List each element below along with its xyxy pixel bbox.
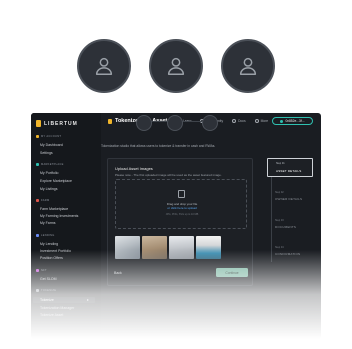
dropzone-hint: JPG, PNG, SVG up to 10 MB (165, 213, 199, 216)
user-icon (239, 57, 257, 75)
avatar[interactable] (149, 39, 203, 93)
sidebar-item-my-lending[interactable]: My Lending (40, 242, 58, 246)
sidebar-item-explore[interactable]: Explore Marketplace (40, 179, 72, 183)
logo[interactable]: LIBERTUM (36, 120, 78, 127)
nav-label: Docs (238, 119, 246, 123)
card-title: Upload Asset Images (115, 166, 153, 171)
avatar[interactable] (77, 39, 131, 93)
step-label: OWNER DETAILS (275, 197, 303, 201)
logo-icon (36, 120, 41, 127)
section-icon (36, 163, 39, 166)
upload-link[interactable]: or click here to upload (116, 206, 248, 210)
user-icon (167, 57, 185, 75)
doc-icon (232, 119, 237, 123)
section-icon (36, 135, 39, 138)
section-title: MARKETPLACE (41, 163, 64, 166)
avatar[interactable] (221, 39, 275, 93)
sidebar-item-settings[interactable]: Settings (40, 151, 53, 155)
overlay-node[interactable] (136, 115, 152, 131)
section-title: MY ACCOUNT (41, 135, 62, 138)
page-root: LIBERTUM MY ACCOUNT My Dashboard Setting… (0, 0, 352, 349)
sidebar-item-farm-marketplace[interactable]: Farm Marketplace (40, 207, 68, 211)
user-icon (95, 57, 113, 75)
sidebar-section-account: MY ACCOUNT (36, 135, 61, 138)
step-label: ASSET DETAILS (276, 169, 302, 173)
sidebar-item-dashboard[interactable]: My Dashboard (40, 143, 63, 147)
sidebar-section-farm: FARM (36, 199, 49, 202)
sidebar-item-listings[interactable]: My Listings (40, 187, 58, 191)
sidebar-section-lending: LENDING (36, 234, 55, 237)
steps-line (271, 162, 272, 262)
wallet-address: 0x852e...3f... (285, 119, 305, 123)
file-dropzone[interactable]: Drag and drop your file or click here to… (115, 179, 247, 229)
card-note: Please note - The first uploaded image w… (115, 173, 222, 177)
section-icon (36, 234, 39, 237)
nav-label: More (260, 119, 269, 123)
overlay-node[interactable] (167, 115, 183, 131)
overlay-node[interactable] (202, 115, 218, 131)
logo-text: LIBERTUM (44, 120, 78, 127)
step-number: Step 01 (276, 162, 285, 165)
token-icon (108, 118, 112, 124)
sidebar-item-portfolio[interactable]: My Portfolio (40, 171, 58, 175)
wallet-button[interactable]: 0x852e...3f... (272, 117, 313, 125)
wallet-icon (280, 119, 284, 123)
nav-docs[interactable]: Docs (232, 119, 246, 123)
section-icon (36, 199, 39, 202)
section-title: FARM (41, 199, 50, 202)
step-number: Step 02 (275, 191, 284, 194)
step-1[interactable]: Step 01 ASSET DETAILS (267, 158, 313, 177)
sidebar-item-farming-investments[interactable]: My Farming Investments (40, 214, 78, 218)
nav-more[interactable]: More (254, 119, 269, 123)
more-icon (254, 119, 259, 123)
file-icon (178, 190, 185, 198)
sidebar-section-marketplace: MARKETPLACE (36, 163, 64, 166)
sidebar-item-my-farms[interactable]: My Farms (40, 221, 56, 225)
bottom-fade (0, 250, 352, 349)
section-title: LENDING (41, 234, 55, 237)
page-subtitle: Tokenization studio that allows users to… (101, 144, 216, 148)
step-label: DOCUMENTS (275, 225, 297, 229)
step-number: Step 03 (275, 219, 284, 222)
step-number: Step 04 (275, 246, 284, 249)
